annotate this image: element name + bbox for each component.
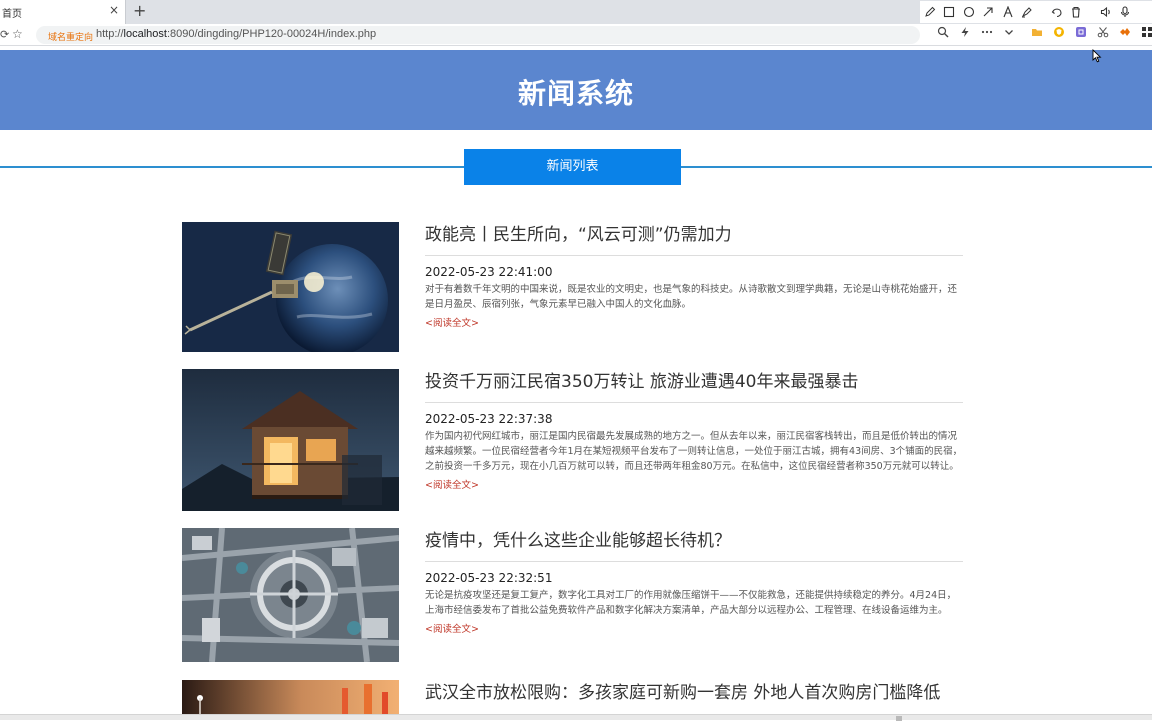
news-item: 政能亮丨民生所向，“风云可测”仍需加力 2022-05-23 22:41:00 … [182, 222, 963, 353]
text-icon[interactable] [998, 2, 1018, 22]
microphone-icon[interactable] [1116, 2, 1136, 22]
news-body: 疫情中，凭什么这些企业能够超长待机？ 2022-05-23 22:32:51 无… [425, 528, 963, 637]
news-summary: 作为国内初代网红城市，丽江是国内民宿最先发展成熟的地方之一。但从去年以来，丽江民… [425, 431, 963, 472]
redirect-badge: 域名重定向 [48, 33, 94, 43]
mouse-cursor-icon [1092, 49, 1102, 63]
news-date: 2022-05-23 22:41:00 [425, 265, 553, 279]
news-item: 疫情中，凭什么这些企业能够超长待机？ 2022-05-23 22:32:51 无… [182, 528, 963, 663]
browser-tab-bar: 首页 × + [0, 0, 1152, 24]
address-bar: ⟳ ☆ 域名重定向 http://localhost:8090/dingding… [0, 24, 1152, 46]
apps-icon[interactable] [1136, 26, 1152, 41]
trash-icon[interactable] [1067, 2, 1087, 22]
script-extension-icon[interactable] [1114, 26, 1136, 41]
title-divider [425, 561, 963, 562]
chevron-down-icon[interactable] [998, 26, 1020, 41]
folder-extension-icon[interactable] [1026, 26, 1048, 41]
read-more-link[interactable]: <阅读全文> [425, 623, 963, 637]
site-header: 新闻系统 [0, 50, 1152, 130]
news-thumbnail-city-aerial[interactable] [182, 528, 399, 662]
highlighter-icon[interactable] [1018, 2, 1038, 22]
more-icon[interactable] [976, 26, 998, 41]
url-input[interactable]: 域名重定向 http://localhost:8090/dingding/PHP… [36, 26, 920, 44]
scissors-extension-icon[interactable] [1092, 26, 1114, 41]
circle-icon[interactable] [959, 2, 979, 22]
browser-tab-active[interactable]: 首页 × [0, 0, 126, 24]
news-title[interactable]: 政能亮丨民生所向，“风云可测”仍需加力 [425, 222, 963, 248]
news-summary: 无论是抗疫攻坚还是复工复产，数字化工具对工厂的作用就像压缩饼干——不仅能救急，还… [425, 590, 957, 616]
read-more-link[interactable]: <阅读全文> [425, 317, 963, 331]
tab-news-list[interactable]: 新闻列表 [464, 149, 681, 185]
lightning-icon[interactable] [954, 26, 976, 41]
close-icon[interactable]: × [109, 3, 119, 17]
speaker-icon[interactable] [1096, 2, 1116, 22]
site-title: 新闻系统 [517, 77, 634, 110]
news-thumbnail-lights[interactable] [182, 680, 399, 714]
news-date: 2022-05-23 22:32:51 [425, 571, 553, 585]
news-item: 投资千万丽江民宿350万转让 旅游业遭遇40年来最强暴击 2022-05-23 … [182, 369, 963, 512]
news-item: 武汉全市放松限购：多孩家庭可新购一套房 外地人首次购房门槛降低 [182, 680, 963, 714]
news-body: 政能亮丨民生所向，“风云可测”仍需加力 2022-05-23 22:41:00 … [425, 222, 963, 331]
zoom-icon[interactable] [932, 26, 954, 41]
undo-icon[interactable] [1047, 2, 1067, 22]
news-body: 投资千万丽江民宿350万转让 旅游业遭遇40年来最强暴击 2022-05-23 … [425, 369, 963, 493]
news-thumbnail-satellite[interactable] [182, 222, 399, 352]
news-title[interactable]: 武汉全市放松限购：多孩家庭可新购一套房 外地人首次购房门槛降低 [425, 680, 963, 706]
pencil-icon[interactable] [920, 2, 940, 22]
reload-icon[interactable]: ⟳ [0, 28, 9, 41]
scrollbar-thumb[interactable] [896, 716, 902, 721]
title-divider [425, 255, 963, 256]
address-actions [932, 26, 1020, 41]
horizontal-scrollbar[interactable] [0, 714, 1152, 721]
news-date: 2022-05-23 22:37:38 [425, 412, 553, 426]
shield-extension-icon[interactable] [1048, 26, 1070, 41]
new-tab-button[interactable]: + [133, 1, 146, 20]
arrow-icon[interactable] [979, 2, 999, 22]
news-thumbnail-guesthouse[interactable] [182, 369, 399, 511]
read-more-link[interactable]: <阅读全文> [425, 479, 963, 493]
annotation-toolbar [920, 1, 1152, 23]
news-body: 武汉全市放松限购：多孩家庭可新购一套房 外地人首次购房门槛降低 [425, 680, 963, 706]
toolbar-separator [1037, 2, 1047, 22]
news-summary: 对于有着数千年文明的中国来说，既是农业的文明史，也是气象的科技史。从诗歌散文到理… [425, 284, 958, 310]
news-title[interactable]: 投资千万丽江民宿350万转让 旅游业遭遇40年来最强暴击 [425, 369, 963, 395]
extension-icons [1026, 26, 1152, 41]
title-divider [425, 402, 963, 403]
news-title[interactable]: 疫情中，凭什么这些企业能够超长待机？ [425, 528, 963, 554]
rectangle-icon[interactable] [940, 2, 960, 22]
bookmark-star-icon[interactable]: ☆ [12, 27, 23, 41]
url-text[interactable]: http://localhost:8090/dingding/PHP120-00… [96, 28, 376, 40]
grid-extension-icon[interactable] [1070, 26, 1092, 41]
tab-title: 首页 [2, 9, 22, 20]
toolbar-separator [1086, 2, 1096, 22]
